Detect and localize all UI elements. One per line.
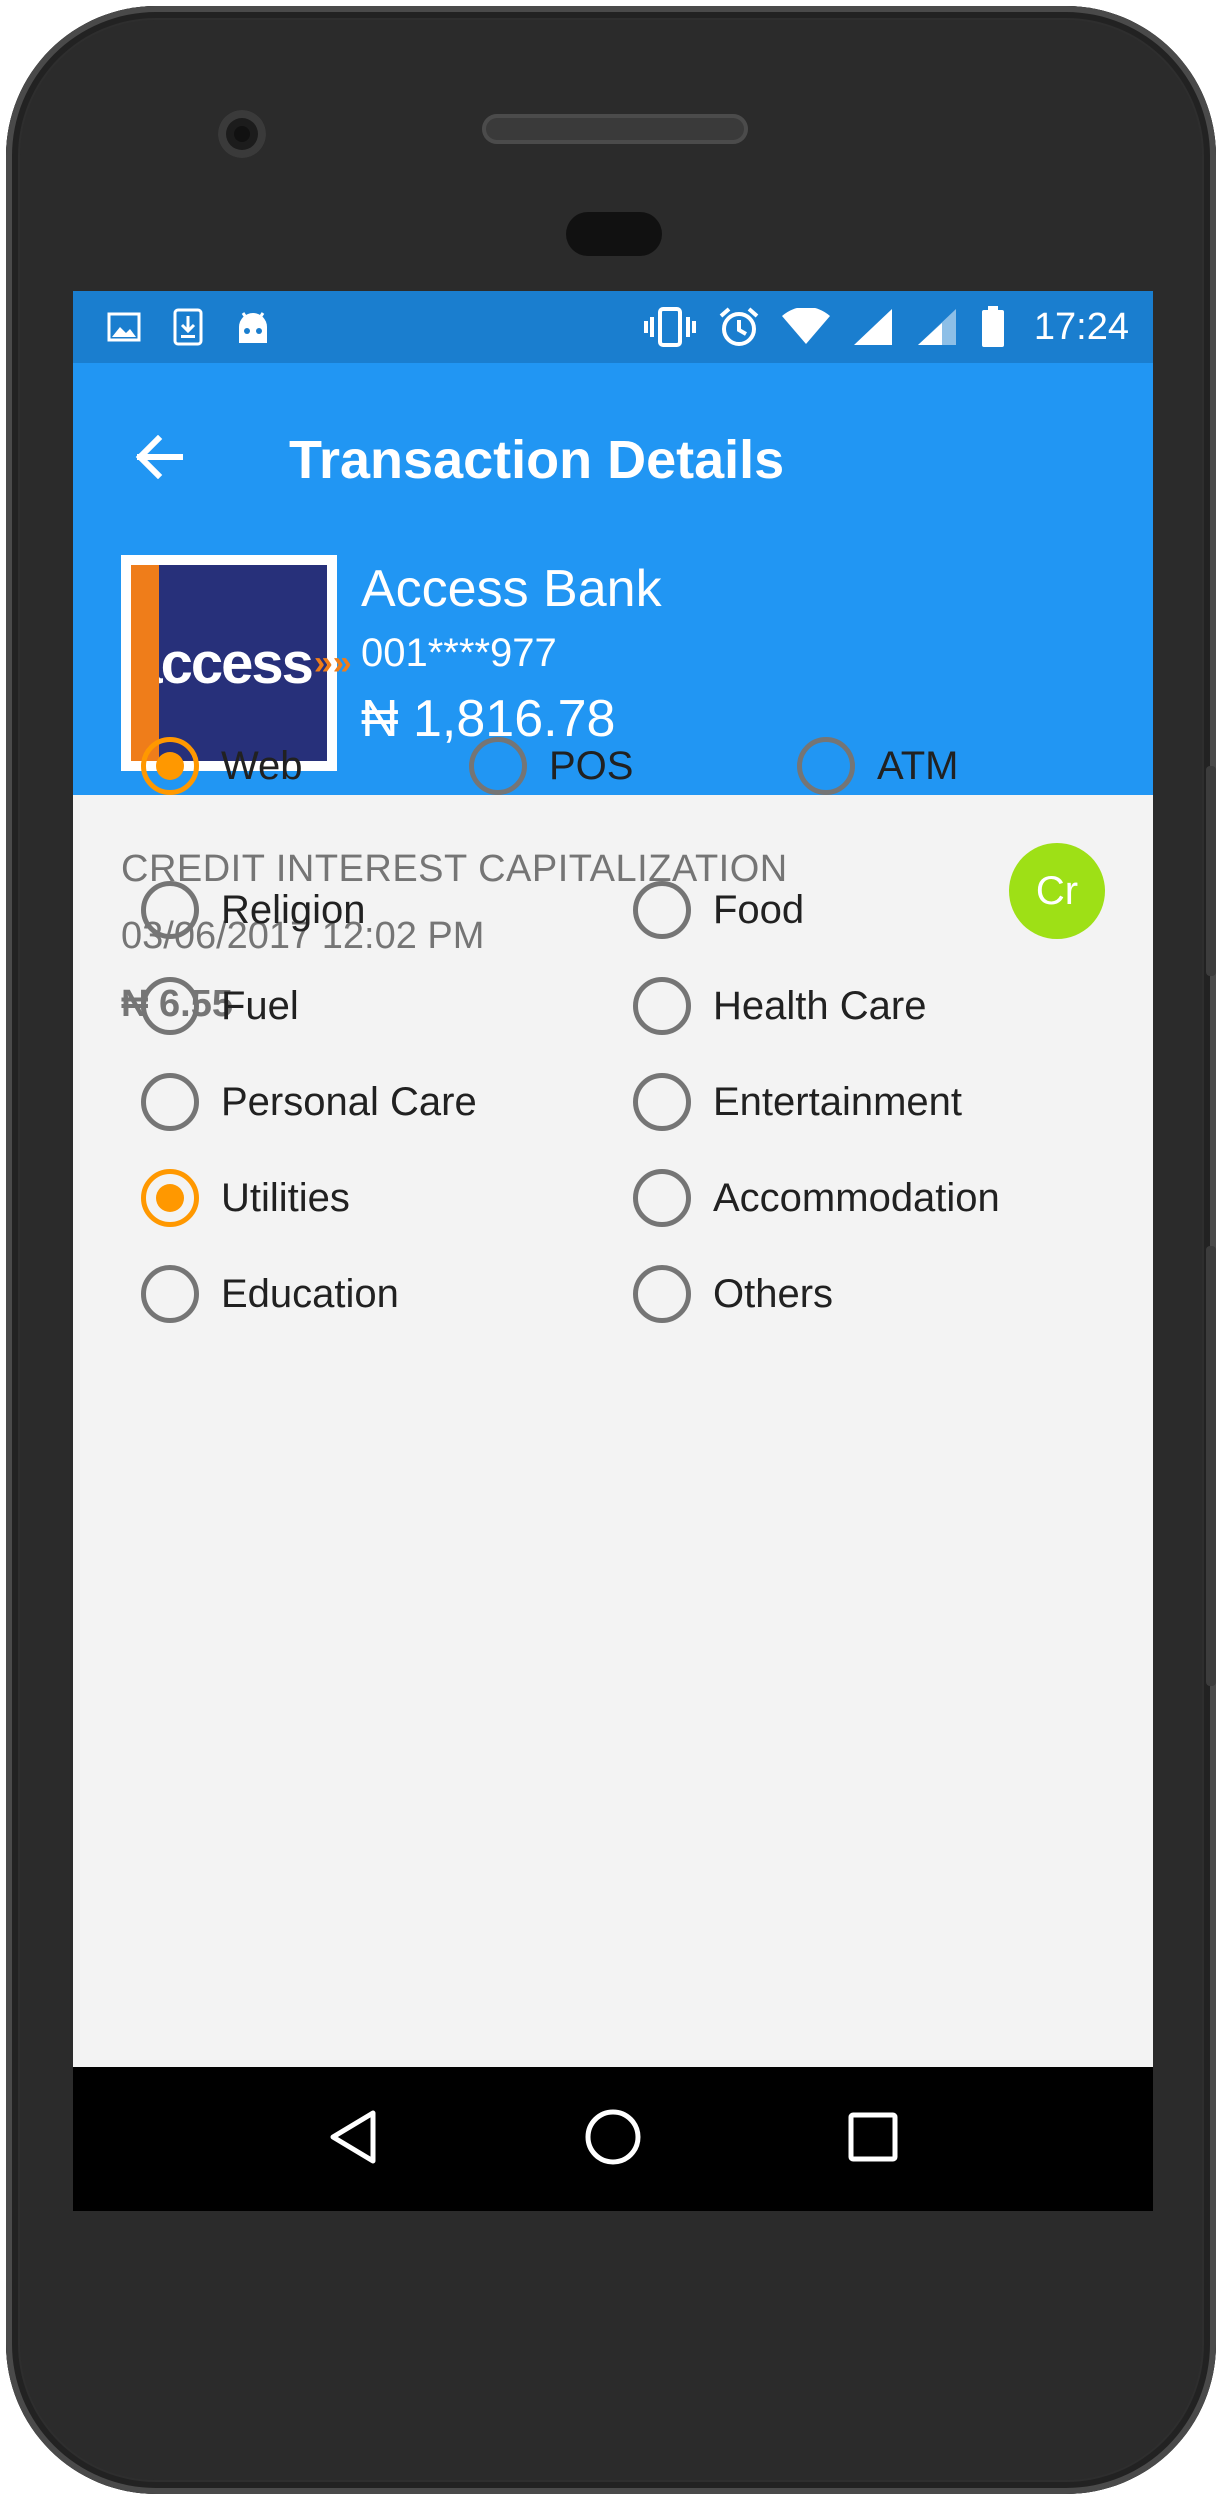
radio-web[interactable]: Web (141, 737, 303, 795)
radio-atm[interactable]: ATM (797, 737, 958, 795)
radio-label: Food (713, 887, 805, 932)
radio-label: POS (549, 743, 634, 788)
earpiece-speaker (482, 114, 748, 144)
arrow-back-icon (134, 434, 184, 484)
radio-label: Health Care (713, 983, 927, 1028)
alarm-icon (718, 306, 760, 348)
radio-button-icon (141, 881, 199, 939)
radio-education[interactable]: Education (141, 1265, 399, 1323)
app-bar: Transaction Details access »» Access Ban… (73, 363, 1153, 795)
radio-health-care[interactable]: Health Care (633, 977, 926, 1035)
radio-label: Web (221, 743, 303, 788)
radio-label: Fuel (221, 983, 299, 1028)
android-notification-icon (235, 309, 271, 345)
phone-frame: 17:24 Transaction Details access »» Acce… (6, 6, 1216, 2494)
navigation-bar (73, 2067, 1153, 2211)
signal-secondary-icon (916, 307, 958, 347)
home-circle-icon (584, 2108, 642, 2171)
radio-button-icon (633, 1073, 691, 1131)
download-notification-icon (173, 308, 203, 346)
volume-rocker (1206, 1246, 1216, 1686)
radio-label: Education (221, 1271, 399, 1316)
radio-button-icon (633, 881, 691, 939)
credit-badge: Cr (1009, 843, 1105, 939)
radio-label: Religion (221, 887, 366, 932)
radio-utilities[interactable]: Utilities (141, 1169, 350, 1227)
radio-button-icon (141, 1073, 199, 1131)
radio-label: ATM (877, 743, 959, 788)
radio-label: Personal Care (221, 1079, 477, 1124)
bank-name: Access Bank (361, 560, 662, 618)
status-bar: 17:24 (73, 291, 1153, 363)
radio-button-icon (469, 737, 527, 795)
radio-personal-care[interactable]: Personal Care (141, 1073, 477, 1131)
radio-religion[interactable]: Religion (141, 881, 366, 939)
radio-label: Entertainment (713, 1079, 963, 1124)
radio-others[interactable]: Others (633, 1265, 833, 1323)
image-notification-icon (107, 312, 141, 342)
back-triangle-icon (327, 2109, 379, 2170)
radio-food[interactable]: Food (633, 881, 804, 939)
front-camera (218, 110, 266, 158)
radio-button-icon (141, 977, 199, 1035)
vibrate-icon (643, 307, 696, 347)
account-number: 001****977 (361, 631, 557, 675)
recents-square-icon (847, 2111, 899, 2168)
radio-pos[interactable]: POS (469, 737, 633, 795)
radio-button-icon (141, 737, 199, 795)
bank-logo-chevrons: »» (313, 643, 352, 682)
radio-button-icon (797, 737, 855, 795)
radio-label: Accommodation (713, 1175, 1000, 1220)
nav-recents-button[interactable] (828, 2094, 918, 2184)
radio-accommodation[interactable]: Accommodation (633, 1169, 1000, 1227)
proximity-sensor (566, 212, 662, 256)
back-button[interactable] (123, 423, 195, 495)
nav-home-button[interactable] (568, 2094, 658, 2184)
phone-screen: 17:24 Transaction Details access »» Acce… (73, 291, 1153, 2211)
radio-button-icon (633, 1265, 691, 1323)
radio-entertainment[interactable]: Entertainment (633, 1073, 962, 1131)
page-title: Transaction Details (289, 430, 785, 490)
signal-icon (852, 307, 894, 347)
radio-label: Utilities (221, 1175, 350, 1220)
radio-button-icon (633, 977, 691, 1035)
radio-button-icon (141, 1169, 199, 1227)
radio-button-icon (633, 1169, 691, 1227)
battery-icon (980, 306, 1006, 348)
nav-back-button[interactable] (308, 2094, 398, 2184)
status-time: 17:24 (1033, 305, 1129, 348)
radio-fuel[interactable]: Fuel (141, 977, 299, 1035)
power-button (1206, 766, 1216, 976)
radio-button-icon (141, 1265, 199, 1323)
wifi-icon (781, 308, 830, 346)
radio-label: Others (713, 1271, 834, 1316)
